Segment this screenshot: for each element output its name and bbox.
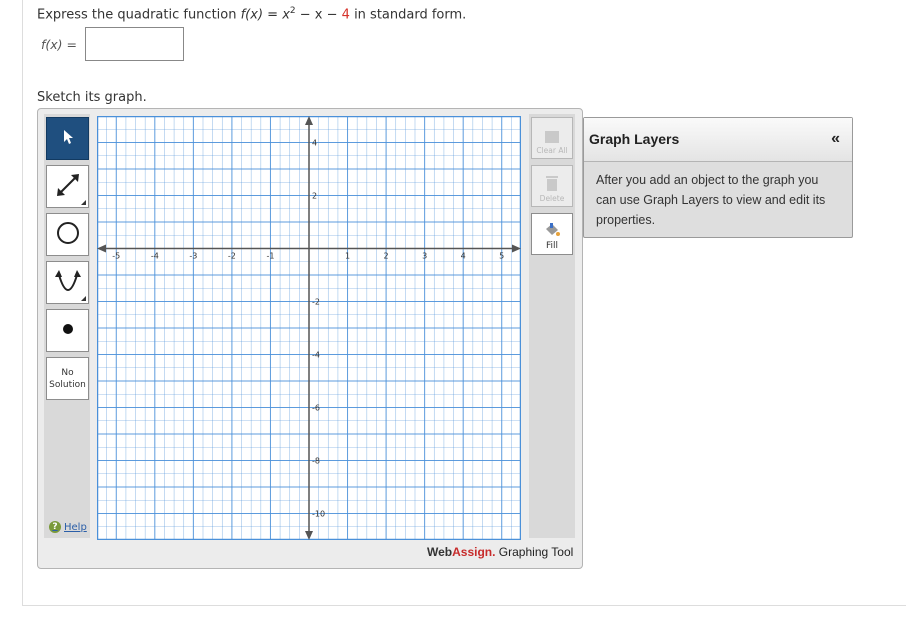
expr-constant: 4: [341, 7, 350, 23]
delete-button[interactable]: Delete: [531, 165, 573, 207]
answer-label: f(x) =: [41, 37, 77, 52]
x-tick-label: -5: [112, 252, 120, 261]
more-options-corner: [81, 200, 86, 205]
circle-icon: [55, 220, 81, 250]
line-arrow-icon: [54, 171, 82, 203]
circle-tool-button[interactable]: [46, 213, 89, 256]
question-suffix: in standard form.: [349, 7, 467, 23]
graph-layers-header[interactable]: Graph Layers «: [584, 118, 852, 162]
expr-variable: x: [282, 7, 290, 23]
collapse-icon[interactable]: «: [831, 130, 840, 148]
answer-label-name: f(x): [41, 37, 63, 52]
expr-middle: − x −: [295, 7, 342, 23]
x-tick-label: 5: [499, 252, 504, 261]
credit-rest: Graphing Tool: [495, 545, 574, 559]
graph-layers-description: After you add an object to the graph you…: [596, 173, 826, 227]
graph-layers-title: Graph Layers: [589, 131, 680, 147]
credit-assign: Assign.: [452, 545, 496, 559]
function-name: f(x): [240, 7, 264, 23]
pointer-icon: [61, 129, 75, 149]
x-tick-label: 3: [422, 252, 427, 261]
y-tick-label: -8: [312, 457, 320, 466]
no-solution-label-1: No: [61, 367, 74, 378]
more-options-corner: [81, 296, 86, 301]
y-tick-label: 4: [312, 139, 317, 148]
graph-layers-panel: Graph Layers « After you add an object t…: [583, 117, 853, 238]
x-tick-label: -3: [189, 252, 197, 261]
fill-label: Fill: [545, 241, 559, 251]
x-tick-label: -1: [266, 252, 274, 261]
x-tick-label: 4: [461, 252, 466, 261]
clear-all-button[interactable]: Clear All: [531, 117, 573, 159]
delete-label: Delete: [539, 194, 565, 203]
no-solution-label-2: Solution: [49, 379, 86, 390]
sketch-prompt: Sketch its graph.: [37, 90, 147, 105]
credit-web: Web: [427, 545, 453, 559]
y-tick-label: -4: [312, 351, 320, 360]
answer-input[interactable]: [85, 27, 184, 61]
clear-all-label: Clear All: [536, 146, 568, 155]
y-tick-label: -10: [312, 510, 325, 519]
equals-sign: =: [263, 7, 283, 23]
line-tool-button[interactable]: [46, 165, 89, 208]
parabola-icon: [53, 267, 83, 299]
x-tick-label: -2: [228, 252, 236, 261]
no-solution-button[interactable]: No Solution: [46, 357, 89, 400]
help-icon: ?: [49, 521, 61, 533]
point-tool-button[interactable]: [46, 309, 89, 352]
x-tick-label: -4: [151, 252, 159, 261]
x-tick-label: 1: [345, 252, 350, 261]
graph-canvas[interactable]: -5 -4 -3 -2 -1 1 2 3 4 5 4 2 -2 -4 -6 -8 -10: [97, 116, 521, 540]
parabola-tool-button[interactable]: [46, 261, 89, 304]
help-label: Help: [64, 521, 87, 533]
y-tick-label: 2: [312, 192, 317, 201]
fill-bucket-icon: [543, 222, 561, 241]
help-link[interactable]: ? Help: [49, 521, 87, 533]
y-tick-label: -2: [312, 298, 320, 307]
y-tick-label: -6: [312, 404, 320, 413]
question-prefix: Express the quadratic function: [37, 7, 241, 23]
clear-all-icon: [545, 131, 559, 143]
point-icon: [61, 321, 75, 340]
webassign-credit: WebAssign. Graphing Tool: [427, 545, 573, 559]
trash-icon: [544, 174, 560, 194]
fill-button[interactable]: Fill: [531, 213, 573, 255]
pointer-tool-button[interactable]: [46, 117, 89, 160]
answer-label-equals: =: [62, 37, 78, 52]
x-tick-label: 2: [384, 252, 389, 261]
question-text: Express the quadratic function f(x) = x2…: [37, 6, 466, 22]
